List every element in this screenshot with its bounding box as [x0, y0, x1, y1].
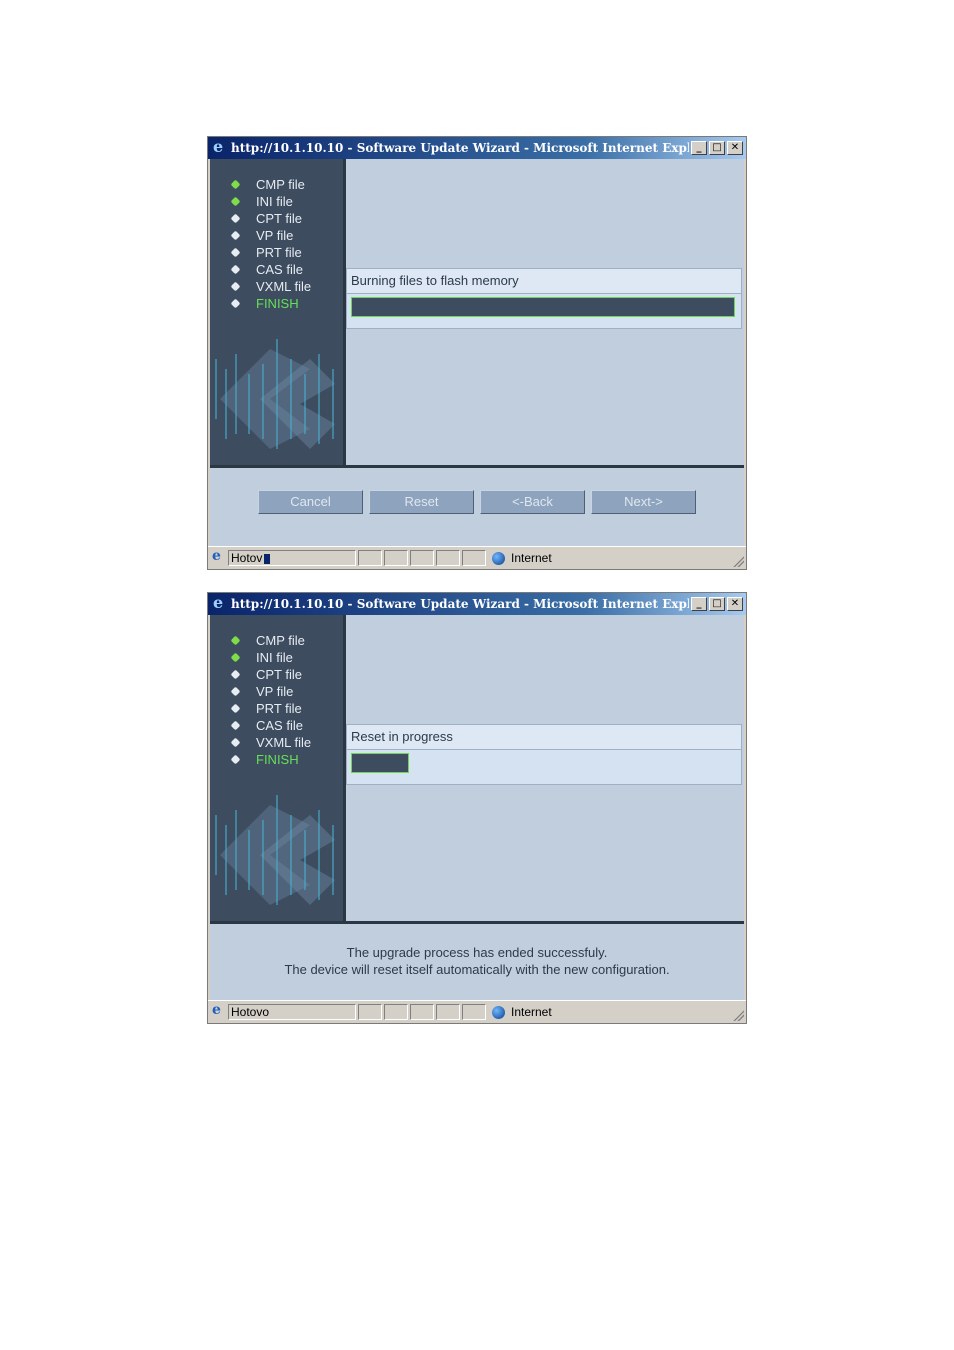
- loading-progress: [264, 554, 271, 564]
- ie-logo-icon: [211, 593, 227, 612]
- globe-icon: [492, 551, 505, 565]
- step-bullet-icon: [230, 264, 241, 275]
- browser-status-bar: Hotovo Internet: [208, 1000, 746, 1023]
- step-list: CMP file INI file CPT file VP file PRT f…: [210, 159, 343, 312]
- wizard-sidebar: CMP file INI file CPT file VP file PRT f…: [210, 159, 346, 465]
- wizard-content: CMP file INI file CPT file VP file PRT f…: [210, 159, 744, 547]
- status-text: Hotov: [228, 550, 356, 566]
- button-row: Cancel Reset <-Back Next->: [258, 490, 696, 514]
- wizard-content: CMP file INI file CPT file VP file PRT f…: [210, 615, 744, 1001]
- maximize-button[interactable]: □: [709, 141, 725, 155]
- resize-grip-icon[interactable]: [732, 555, 744, 567]
- page-icon: [211, 548, 225, 565]
- wizard-sidebar: CMP file INI file CPT file VP file PRT f…: [210, 615, 346, 921]
- step-item: CAS file: [230, 717, 343, 734]
- security-zone: Internet: [488, 1005, 718, 1019]
- window-title: http://10.1.10.10 - Software Update Wiza…: [231, 597, 689, 611]
- completion-message: The upgrade process has ended successful…: [210, 944, 744, 978]
- title-bar[interactable]: http://10.1.10.10 - Software Update Wiza…: [208, 593, 746, 615]
- message-line: The device will reset itself automatical…: [284, 962, 670, 977]
- minimize-button[interactable]: _: [691, 597, 707, 611]
- status-cell: [436, 1004, 460, 1020]
- minimize-button[interactable]: _: [691, 141, 707, 155]
- close-button[interactable]: ✕: [727, 597, 743, 611]
- step-bullet-icon: [230, 247, 241, 258]
- step-item: INI file: [230, 193, 343, 210]
- status-text: Hotovo: [228, 1004, 356, 1020]
- step-item: CPT file: [230, 210, 343, 227]
- step-done-icon: [230, 196, 241, 207]
- reset-button[interactable]: Reset: [369, 490, 474, 514]
- status-cell: [358, 550, 382, 566]
- wizard-window-reset: http://10.1.10.10 - Software Update Wiza…: [207, 592, 747, 1024]
- step-bullet-icon: [230, 737, 241, 748]
- step-item: CMP file: [230, 176, 343, 193]
- wizard-footer: The upgrade process has ended successful…: [210, 924, 744, 1001]
- next-button[interactable]: Next->: [591, 490, 696, 514]
- step-bullet-icon: [230, 669, 241, 680]
- wizard-window-burning: http://10.1.10.10 - Software Update Wiza…: [207, 136, 747, 570]
- window-title: http://10.1.10.10 - Software Update Wiza…: [231, 141, 689, 155]
- page-icon: [211, 1002, 225, 1019]
- resize-grip-icon[interactable]: [732, 1009, 744, 1021]
- status-panel: Burning files to flash memory: [346, 268, 742, 329]
- message-line: The upgrade process has ended successful…: [346, 945, 608, 960]
- step-item: VP file: [230, 227, 343, 244]
- decorative-logo-icon: [215, 795, 335, 905]
- step-item-active: FINISH: [230, 751, 343, 768]
- status-cell: [462, 550, 486, 566]
- status-cell: [410, 550, 434, 566]
- browser-status-bar: Hotov Internet: [208, 546, 746, 569]
- step-list: CMP file INI file CPT file VP file PRT f…: [210, 615, 343, 768]
- security-zone: Internet: [488, 551, 718, 565]
- status-panel: Reset in progress: [346, 724, 742, 785]
- step-item: PRT file: [230, 700, 343, 717]
- progress-bar: [351, 297, 735, 317]
- maximize-button[interactable]: □: [709, 597, 725, 611]
- status-cell: [436, 550, 460, 566]
- step-done-icon: [230, 652, 241, 663]
- title-bar[interactable]: http://10.1.10.10 - Software Update Wiza…: [208, 137, 746, 159]
- step-done-icon: [230, 179, 241, 190]
- step-item: CMP file: [230, 632, 343, 649]
- wizard-main: Burning files to flash memory: [346, 159, 744, 465]
- status-cell: [358, 1004, 382, 1020]
- step-item: CPT file: [230, 666, 343, 683]
- step-item: CAS file: [230, 261, 343, 278]
- step-item-active: FINISH: [230, 295, 343, 312]
- step-done-icon: [230, 635, 241, 646]
- decorative-logo-icon: [215, 339, 335, 449]
- cancel-button[interactable]: Cancel: [258, 490, 363, 514]
- progress-bar: [351, 753, 409, 773]
- step-item: VXML file: [230, 278, 343, 295]
- status-cell: [384, 550, 408, 566]
- status-label: Reset in progress: [347, 725, 741, 750]
- step-bullet-icon: [230, 281, 241, 292]
- back-button[interactable]: <-Back: [480, 490, 585, 514]
- step-item: VXML file: [230, 734, 343, 751]
- step-bullet-icon: [230, 213, 241, 224]
- step-bullet-icon: [230, 754, 241, 765]
- status-cell: [410, 1004, 434, 1020]
- step-item: INI file: [230, 649, 343, 666]
- step-bullet-icon: [230, 298, 241, 309]
- step-bullet-icon: [230, 686, 241, 697]
- status-cell: [462, 1004, 486, 1020]
- status-label: Burning files to flash memory: [347, 269, 741, 294]
- ie-logo-icon: [211, 137, 227, 156]
- status-cell: [384, 1004, 408, 1020]
- close-button[interactable]: ✕: [727, 141, 743, 155]
- step-bullet-icon: [230, 703, 241, 714]
- step-bullet-icon: [230, 720, 241, 731]
- step-bullet-icon: [230, 230, 241, 241]
- step-item: PRT file: [230, 244, 343, 261]
- step-item: VP file: [230, 683, 343, 700]
- globe-icon: [492, 1005, 505, 1019]
- wizard-footer: Cancel Reset <-Back Next->: [210, 468, 744, 547]
- wizard-main: Reset in progress: [346, 615, 744, 921]
